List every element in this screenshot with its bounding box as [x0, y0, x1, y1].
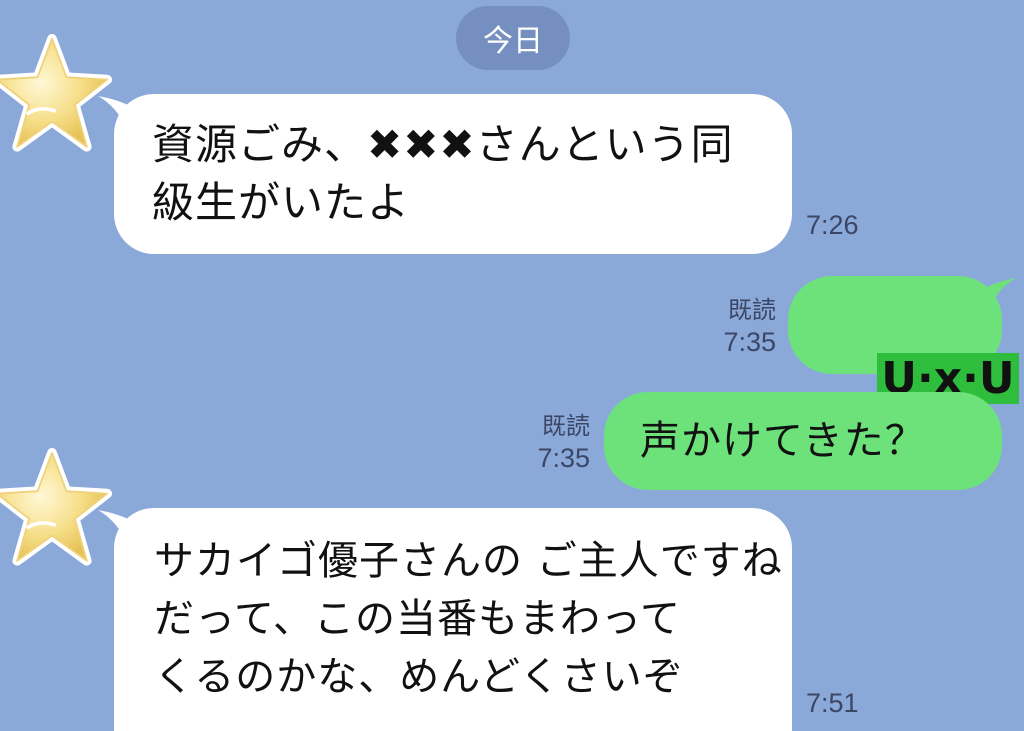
date-label: 今日: [483, 24, 543, 59]
message-time: 7:35: [723, 327, 776, 357]
message-bubble-incoming[interactable]: サカイゴ優子さんの ご主人ですね だって、この当番もまわって くるのかな、めんど…: [98, 508, 792, 731]
read-receipt: 既読: [728, 297, 776, 324]
message-text: 声かけてきた？: [640, 418, 926, 464]
bubble-tail: [98, 510, 134, 544]
message-bubble-outgoing[interactable]: 声かけてきた？: [604, 392, 1002, 490]
message-time: 7:35: [537, 443, 590, 473]
message-meta: 既読 7:35: [694, 296, 776, 358]
message-time: 7:26: [806, 210, 859, 240]
message-time: 7:51: [806, 688, 859, 718]
message-text: 資源ごみ、✖✖✖さんという同 級生がいたよ: [152, 120, 734, 227]
bubble-tail: [98, 96, 134, 130]
message-meta: 既読 7:35: [506, 412, 590, 474]
date-separator: 今日: [456, 6, 570, 70]
star-avatar-icon[interactable]: [0, 448, 112, 568]
message-bubble-outgoing[interactable]: U·x·U: [788, 276, 1019, 404]
star-avatar-icon[interactable]: [0, 34, 112, 154]
message-text: サカイゴ優子さんの ご主人ですね だって、この当番もまわって くるのかな、めんど…: [154, 538, 783, 700]
read-receipt: 既読: [542, 413, 590, 440]
message-bubble-incoming[interactable]: 資源ごみ、✖✖✖さんという同 級生がいたよ: [98, 94, 792, 254]
